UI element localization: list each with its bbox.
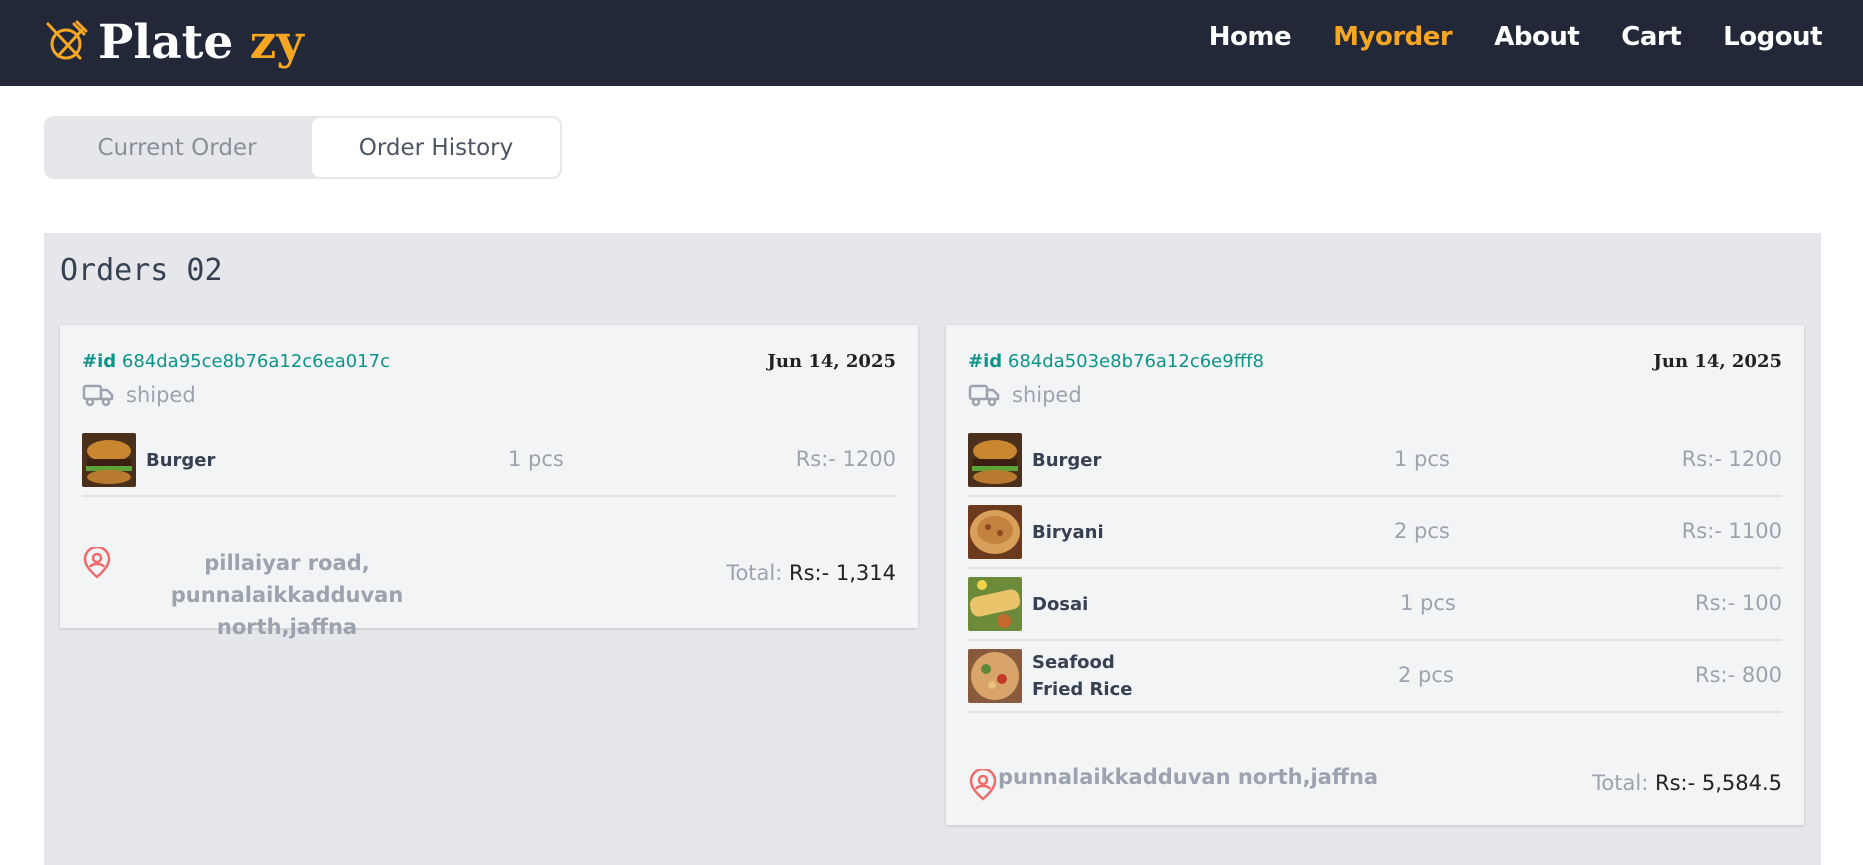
nav-about[interactable]: About [1494,22,1580,52]
item-name-line-2: Fried Rice [1032,679,1133,700]
address-line: punnalaikkadduvan north,jaffna [998,765,1379,789]
item-price: Rs:- 100 [1695,591,1782,615]
order-card: #id 684da95ce8b76a12c6ea017c Jun 14, 202… [60,325,918,639]
burger-image [968,433,1022,487]
item-name: Dosai [1032,594,1089,615]
address-line-2: north,jaffna [216,615,358,639]
order-status-text: shiped [126,383,196,407]
nav-links: Home Myorder About Cart Logout [1209,22,1823,52]
order-status: shiped [968,383,1082,407]
order-id-value: 684da95ce8b76a12c6ea017c [121,351,390,372]
order-id-label: #id [82,351,117,372]
nav-cart[interactable]: Cart [1621,22,1681,52]
burger-image [82,433,136,487]
order-card: #id 684da503e8b76a12c6e9fff8 Jun 14, 202… [946,325,1804,825]
total-value: Rs:- 1,314 [789,561,896,585]
order-item-row: Burger 1 pcs Rs:- 1200 [82,425,896,497]
fork-knife-icon [46,20,88,60]
item-qty: 2 pcs [1394,519,1450,543]
tab-current-order[interactable]: Current Order [44,116,310,179]
nav-home[interactable]: Home [1209,22,1292,52]
order-item-row: Seafood Fried Rice 2 pcs Rs:- 800 [968,641,1782,713]
total-value: Rs:- 5,584.5 [1654,771,1782,795]
brand-name-part1: Plate [98,14,234,70]
navbar: Plate zy Home Myorder About Cart Logout [0,0,1863,86]
order-status: shiped [82,383,196,407]
item-name: Burger [1032,450,1102,471]
order-status-text: shiped [1012,383,1082,407]
total-label: Total: [726,561,783,585]
order-total: Total: Rs:- 5,584.5 [1592,771,1782,795]
delivery-address: punnalaikkadduvan north,jaffna [968,761,1378,801]
delivery-address: pillaiyar road, punnalaikkadduvan north,… [82,547,452,643]
item-name-line-1: Seafood [1032,652,1115,673]
order-tabs: Current Order Order History [44,116,562,179]
order-id-value: 684da503e8b76a12c6e9fff8 [1007,351,1264,372]
item-name: Seafood Fried Rice [1032,649,1132,703]
item-qty: 1 pcs [508,447,564,471]
orders-panel: Orders 02 #id 684da95ce8b76a12c6ea017c J… [44,233,1821,865]
item-price: Rs:- 1100 [1681,519,1782,543]
location-pin-icon [83,547,111,579]
order-date: Jun 14, 2025 [767,351,896,372]
nav-myorder[interactable]: Myorder [1333,22,1453,52]
item-price: Rs:- 1200 [795,447,896,471]
tab-order-history[interactable]: Order History [310,116,562,179]
biryani-image [968,505,1022,559]
item-qty: 1 pcs [1394,447,1450,471]
truck-icon [82,384,114,407]
order-item-row: Burger 1 pcs Rs:- 1200 [968,425,1782,497]
location-pin-icon [969,769,997,801]
item-qty: 1 pcs [1400,591,1456,615]
item-price: Rs:- 1200 [1681,447,1782,471]
brand-logo[interactable]: Plate zy [44,12,304,72]
order-id-label: #id [968,351,1003,372]
brand-name-part2: zy [249,14,304,70]
truck-icon [968,384,1000,407]
total-label: Total: [1592,771,1649,795]
item-qty: 2 pcs [1398,663,1454,687]
orders-title: Orders 02 [60,253,223,288]
nav-logout[interactable]: Logout [1723,22,1822,52]
order-total: Total: Rs:- 1,314 [726,561,896,585]
item-name: Burger [146,450,216,471]
order-date: Jun 14, 2025 [1653,351,1782,372]
item-price: Rs:- 800 [1695,663,1782,687]
dosai-image [968,577,1022,631]
address-line-1: pillaiyar road, punnalaikkadduvan [170,551,404,607]
item-name: Biryani [1032,522,1104,543]
order-id: #id 684da95ce8b76a12c6ea017c [82,351,390,372]
seafood-fried-rice-image [968,649,1022,703]
order-id: #id 684da503e8b76a12c6e9fff8 [968,351,1264,372]
order-item-row: Biryani 2 pcs Rs:- 1100 [968,497,1782,569]
order-item-row: Dosai 1 pcs Rs:- 100 [968,569,1782,641]
